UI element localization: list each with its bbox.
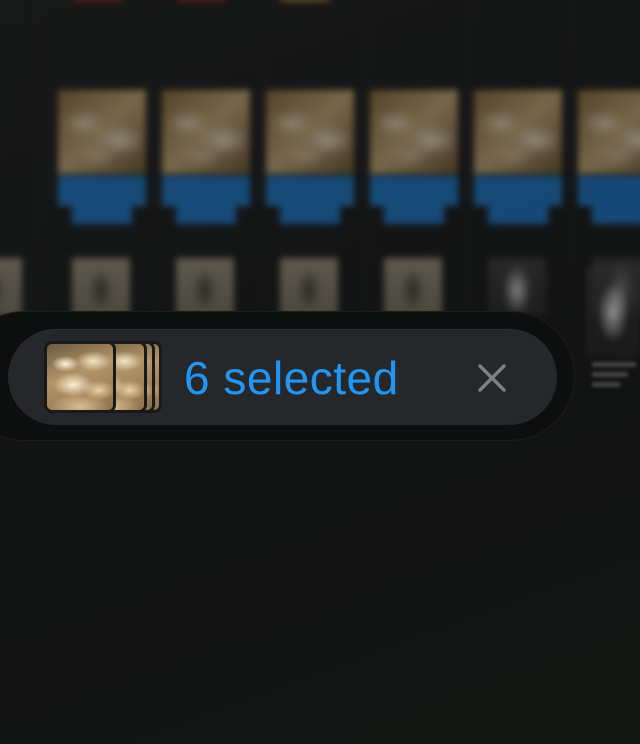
selected-count-label: 6 selected: [184, 352, 399, 404]
background-column: [162, 0, 262, 324]
background-column: [266, 0, 366, 324]
background-column: [474, 0, 574, 324]
background-caption: [592, 362, 640, 396]
background-column: [58, 0, 158, 324]
clear-selection-button[interactable]: [470, 356, 514, 400]
close-icon: [478, 364, 506, 392]
image-stack-icon[interactable]: [44, 341, 162, 415]
screen: 6 selected: [0, 0, 640, 744]
background-statue-image: [586, 268, 640, 358]
background-column: [0, 0, 40, 324]
background-column: [370, 0, 470, 324]
stack-thumbnail: [44, 341, 116, 413]
